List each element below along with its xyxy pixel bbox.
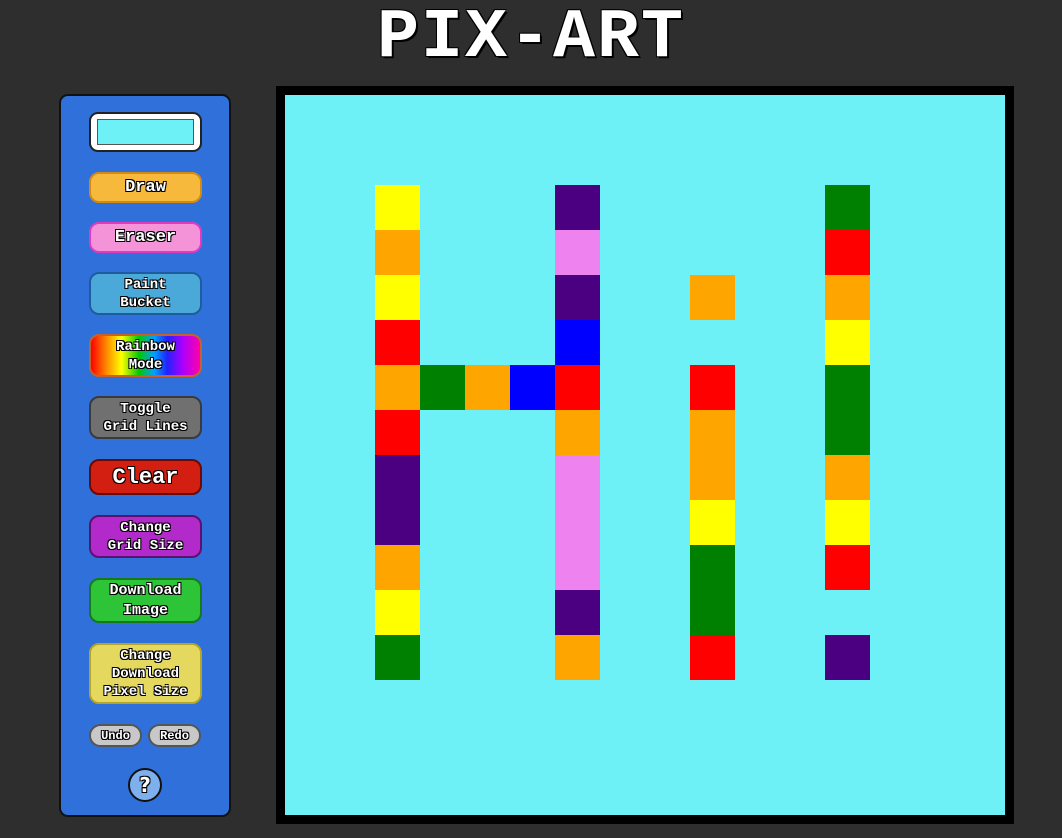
toggle-grid-lines-button[interactable]: Toggle Grid Lines — [89, 396, 202, 439]
pixel-cell[interactable] — [690, 410, 735, 455]
pixel-cell[interactable] — [375, 635, 420, 680]
download-image-button[interactable]: Download Image — [89, 578, 202, 623]
toolbar: Draw Eraser Paint Bucket Rainbow Mode To… — [59, 94, 231, 817]
clear-button[interactable]: Clear — [89, 459, 202, 495]
pixel-cell[interactable] — [555, 590, 600, 635]
pixel-cell[interactable] — [375, 500, 420, 545]
pixel-cell[interactable] — [825, 500, 870, 545]
pixel-cell[interactable] — [825, 365, 870, 410]
change-download-pixel-size-button[interactable]: Change Download Pixel Size — [89, 643, 202, 704]
help-icon[interactable]: ? — [128, 768, 162, 802]
pixel-cell[interactable] — [510, 365, 555, 410]
pixel-cell[interactable] — [690, 455, 735, 500]
pixel-cell[interactable] — [555, 275, 600, 320]
pixel-cell[interactable] — [825, 185, 870, 230]
pixel-cell[interactable] — [690, 500, 735, 545]
pixel-cell[interactable] — [375, 545, 420, 590]
pixel-cell[interactable] — [690, 275, 735, 320]
pixel-cell[interactable] — [555, 500, 600, 545]
pixel-cell[interactable] — [375, 410, 420, 455]
rainbow-mode-button[interactable]: Rainbow Mode — [89, 334, 202, 377]
pixel-cell[interactable] — [690, 545, 735, 590]
pixel-cell[interactable] — [375, 590, 420, 635]
drawing-canvas[interactable] — [285, 95, 1005, 815]
canvas-frame — [276, 86, 1014, 824]
draw-button[interactable]: Draw — [89, 172, 202, 203]
pixel-cell[interactable] — [825, 320, 870, 365]
pixel-cell[interactable] — [555, 230, 600, 275]
color-picker[interactable] — [89, 112, 202, 152]
pixel-cell[interactable] — [375, 185, 420, 230]
redo-button[interactable]: Redo — [148, 724, 201, 747]
pixel-cell[interactable] — [420, 365, 465, 410]
pixel-cell[interactable] — [555, 455, 600, 500]
pixel-cell[interactable] — [825, 230, 870, 275]
pixel-cell[interactable] — [375, 320, 420, 365]
pixel-cell[interactable] — [690, 635, 735, 680]
pixel-cell[interactable] — [375, 275, 420, 320]
eraser-button[interactable]: Eraser — [89, 222, 202, 253]
pixel-cell[interactable] — [465, 365, 510, 410]
pixel-cell[interactable] — [825, 545, 870, 590]
pixel-cell[interactable] — [825, 635, 870, 680]
pixel-cell[interactable] — [690, 365, 735, 410]
app-title: PIX-ART — [376, 0, 686, 78]
pixel-cell[interactable] — [825, 455, 870, 500]
change-grid-size-button[interactable]: Change Grid Size — [89, 515, 202, 558]
pixel-cell[interactable] — [555, 365, 600, 410]
pixel-cell[interactable] — [375, 365, 420, 410]
pixel-cell[interactable] — [555, 320, 600, 365]
pixel-cell[interactable] — [690, 590, 735, 635]
pixel-cell[interactable] — [375, 230, 420, 275]
current-color-fill — [97, 119, 194, 145]
pixel-cell[interactable] — [375, 455, 420, 500]
paint-bucket-button[interactable]: Paint Bucket — [89, 272, 202, 315]
pixel-cell[interactable] — [555, 410, 600, 455]
pixel-cell[interactable] — [825, 275, 870, 320]
pixel-cell[interactable] — [555, 545, 600, 590]
pixel-cell[interactable] — [825, 410, 870, 455]
pixel-cell[interactable] — [555, 635, 600, 680]
pixel-cell[interactable] — [555, 185, 600, 230]
undo-button[interactable]: Undo — [89, 724, 142, 747]
